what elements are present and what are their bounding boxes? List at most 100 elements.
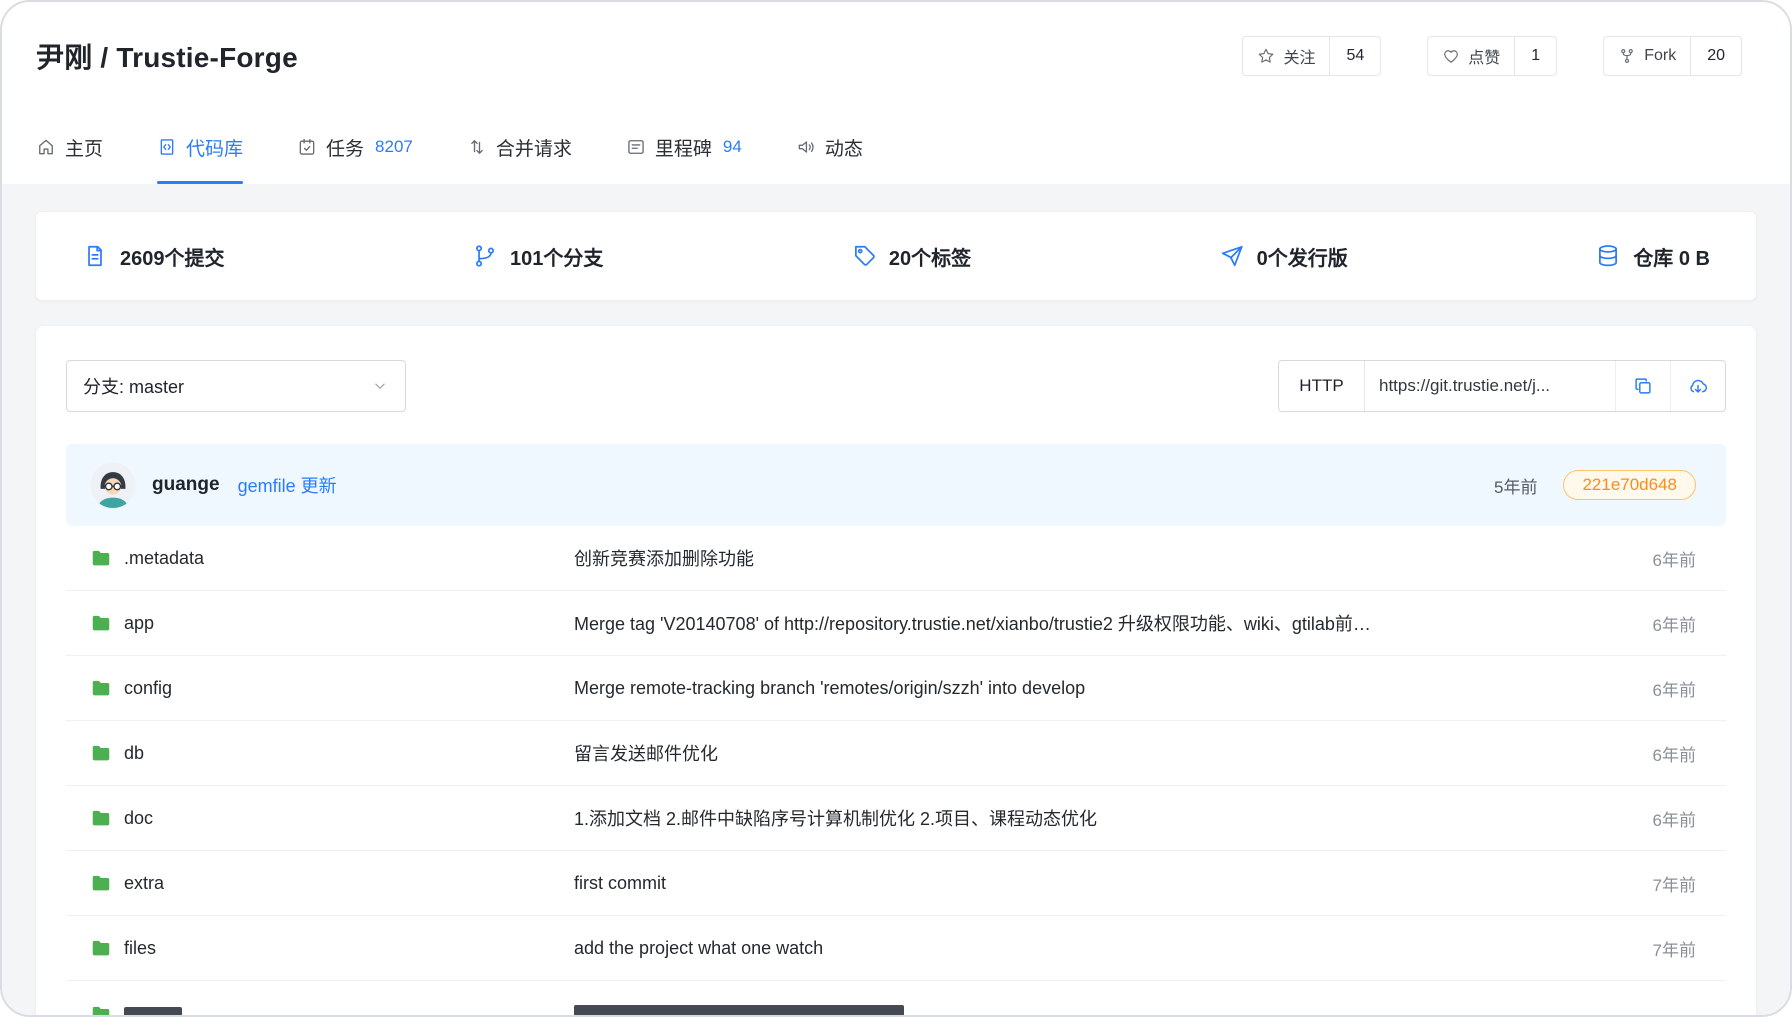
file-name-cell: extra — [90, 872, 574, 894]
file-name-link[interactable]: files — [124, 938, 156, 959]
file-commit-time: 6年前 — [1586, 611, 1696, 636]
stat-releases-label: 0个发行版 — [1257, 242, 1348, 271]
file-commit-time: 7年前 — [1586, 936, 1696, 961]
file-row: config Merge remote-tracking branch 'remo… — [66, 656, 1726, 721]
folder-icon — [90, 807, 112, 829]
file-row: app Merge tag 'V20140708' of http://repos… — [66, 591, 1726, 656]
download-button[interactable] — [1670, 361, 1725, 411]
commit-hash-badge[interactable]: 221e70d648 — [1563, 470, 1696, 500]
praise-button[interactable]: 点赞 1 — [1427, 36, 1557, 76]
file-list: .metadata 创新竞赛添加删除功能 6年前 app Merge tag 'V201… — [66, 526, 1726, 1015]
chevron-down-icon — [371, 377, 389, 395]
file-name-link[interactable]: app — [124, 613, 154, 634]
stat-tags[interactable]: 20个标签 — [851, 242, 971, 271]
file-commit-time: 6年前 — [1586, 676, 1696, 701]
file-name-cell: files — [90, 937, 574, 959]
stat-branches[interactable]: 101个分支 — [472, 242, 603, 271]
file-commit-message[interactable]: Merge remote-tracking branch 'remotes/or… — [574, 678, 1586, 699]
branch-selector[interactable]: 分支: master — [66, 360, 406, 412]
clipped-text — [574, 1005, 904, 1015]
fork-icon — [1618, 47, 1636, 65]
file-commit-time: 7年前 — [1586, 871, 1696, 896]
header-actions: 关注 54 点赞 1 Fork 20 — [1242, 36, 1742, 76]
file-commit-message[interactable]: add the project what one watch — [574, 938, 1586, 959]
stat-size-label: 仓库 0 B — [1633, 242, 1710, 271]
stat-releases[interactable]: 0个发行版 — [1219, 242, 1348, 271]
stat-commits[interactable]: 2609个提交 — [82, 242, 225, 271]
tab-issues-label: 任务 — [326, 134, 364, 161]
praise-count[interactable]: 1 — [1514, 37, 1556, 75]
tab-milestone[interactable]: 里程碑 94 — [626, 110, 742, 184]
repo-stats-card: 2609个提交 101个分支 20个标签 0个发行版 仓库 0 B — [36, 212, 1756, 300]
home-icon — [36, 137, 56, 157]
file-name-cell: app — [90, 612, 574, 634]
branch-selector-label: 分支: master — [83, 373, 184, 399]
milestone-icon — [626, 137, 646, 157]
tab-activity-label: 动态 — [825, 134, 863, 161]
repo-icon — [157, 137, 177, 157]
watch-button[interactable]: 关注 54 — [1242, 36, 1381, 76]
tab-activity[interactable]: 动态 — [796, 110, 863, 184]
file-row: doc1.添加文档 2.邮件中缺陷序号计算机制优化 2.项目、课程动态优化6年前 — [66, 786, 1726, 851]
fork-button-main[interactable]: Fork — [1604, 37, 1690, 75]
file-name-link[interactable]: extra — [124, 873, 164, 894]
tab-pulls[interactable]: 合并请求 — [467, 110, 572, 184]
file-commit-message[interactable]: Merge tag 'V20140708' of http://reposito… — [574, 610, 1586, 636]
code-browser-card: 分支: master HTTP https://git.trustie.net/… — [36, 326, 1756, 1015]
fork-button[interactable]: Fork 20 — [1603, 36, 1742, 76]
folder-icon — [90, 677, 112, 699]
commit-message-link[interactable]: gemfile 更新 — [238, 472, 337, 498]
fork-label: Fork — [1644, 47, 1676, 65]
watch-label: 关注 — [1283, 44, 1315, 68]
folder-icon — [90, 1003, 112, 1016]
tab-home[interactable]: 主页 — [36, 110, 103, 184]
file-name-link[interactable]: config — [124, 678, 172, 699]
file-row: extra first commit7年前 — [66, 851, 1726, 916]
clone-url-group: HTTP https://git.trustie.net/j... — [1278, 360, 1726, 412]
file-name-cell: .metadata — [90, 547, 574, 569]
tag-icon — [851, 243, 877, 269]
merge-icon — [467, 137, 487, 157]
tab-milestone-count: 94 — [723, 137, 742, 157]
tab-milestone-label: 里程碑 — [655, 134, 712, 161]
author-avatar[interactable] — [90, 462, 136, 508]
folder-icon — [90, 872, 112, 894]
task-icon — [297, 137, 317, 157]
clone-url-input[interactable]: https://git.trustie.net/j... — [1365, 361, 1615, 411]
file-row: .metadata创新竞赛添加删除功能6年前 — [66, 526, 1726, 591]
file-name-link[interactable]: db — [124, 743, 144, 764]
praise-label: 点赞 — [1468, 44, 1500, 68]
copy-url-button[interactable] — [1615, 361, 1670, 411]
fork-count[interactable]: 20 — [1690, 37, 1741, 75]
branch-icon — [472, 243, 498, 269]
commit-time: 5年前 — [1494, 473, 1537, 498]
repo-header: 尹刚 / Trustie-Forge 关注54点赞1Fork20 — [2, 2, 1790, 110]
file-commit-message[interactable]: first commit — [574, 873, 1586, 894]
file-commit-message[interactable]: 1.添加文档 2.邮件中缺陷序号计算机制优化 2.项目、课程动态优化 — [574, 805, 1586, 831]
file-commit-message[interactable]: 留言发送邮件优化 — [574, 740, 1586, 766]
stat-commits-label: 2609个提交 — [120, 242, 225, 271]
heart-icon — [1442, 47, 1460, 65]
clone-protocol-button[interactable]: HTTP — [1279, 361, 1365, 411]
watch-button-main[interactable]: 关注 — [1243, 37, 1329, 75]
folder-icon — [90, 742, 112, 764]
commit-author[interactable]: guange — [152, 474, 220, 496]
file-row-partial — [66, 981, 1726, 1015]
file-commit-message[interactable]: 创新竞赛添加删除功能 — [574, 545, 1586, 571]
star-icon — [1257, 47, 1275, 65]
file-row: files add the project what one watch7年前 — [66, 916, 1726, 981]
file-name-link[interactable]: .metadata — [124, 548, 204, 569]
tab-pulls-label: 合并请求 — [496, 134, 572, 161]
tab-issues[interactable]: 任务 8207 — [297, 110, 413, 184]
file-row: db留言发送邮件优化6年前 — [66, 721, 1726, 786]
praise-button-main[interactable]: 点赞 — [1428, 37, 1514, 75]
activity-icon — [796, 137, 816, 157]
stat-tags-label: 20个标签 — [889, 242, 971, 271]
stat-size[interactable]: 仓库 0 B — [1595, 242, 1710, 271]
file-name-link[interactable]: doc — [124, 808, 153, 829]
tab-issues-count: 8207 — [375, 137, 413, 157]
watch-count[interactable]: 54 — [1329, 37, 1380, 75]
code-toolbar: 分支: master HTTP https://git.trustie.net/… — [66, 360, 1726, 412]
folder-icon — [90, 937, 112, 959]
tab-code[interactable]: 代码库 — [157, 110, 243, 184]
